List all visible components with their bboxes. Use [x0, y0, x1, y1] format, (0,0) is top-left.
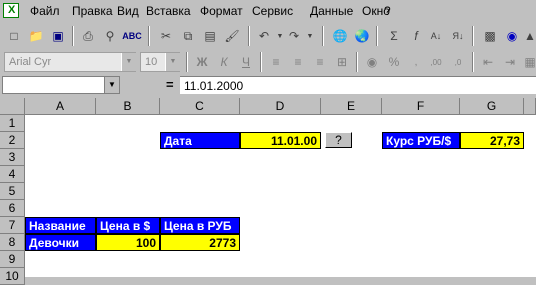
cell-b7[interactable]: Цена в $	[96, 217, 160, 234]
row-header[interactable]: 8	[0, 234, 25, 251]
menu-bar: Файл Правка Вид Вставка Формат Сервис Да…	[0, 0, 536, 22]
cell-c8[interactable]: 2773	[160, 234, 240, 251]
menu-file[interactable]: Файл	[30, 4, 60, 18]
format-painter-icon[interactable]: 🖌	[222, 26, 242, 46]
column-header[interactable]: A	[25, 98, 96, 115]
chevron-down-icon[interactable]: ▼	[165, 53, 180, 71]
row-header[interactable]: 9	[0, 251, 25, 268]
column-header[interactable]: F	[382, 98, 460, 115]
chevron-down-icon[interactable]: ▼	[104, 77, 119, 93]
align-right-icon[interactable]: ≡	[310, 52, 330, 72]
map-icon[interactable]: ◉	[502, 26, 522, 46]
cell-g2[interactable]: 27,73	[460, 132, 524, 149]
row-header[interactable]: 5	[0, 183, 25, 200]
cut-icon[interactable]: ✂	[156, 26, 176, 46]
merge-center-icon[interactable]: ⊞	[332, 52, 352, 72]
menu-insert[interactable]: Вставка	[146, 4, 191, 18]
decrease-indent-icon[interactable]: ⇤	[478, 52, 498, 72]
column-header[interactable]	[524, 98, 536, 115]
menu-help[interactable]: ?	[384, 4, 391, 18]
cell-d2[interactable]: 11.01.00	[240, 132, 321, 149]
decrease-decimal-icon[interactable]: ,0	[448, 52, 468, 72]
column-header[interactable]: B	[96, 98, 160, 115]
row-header[interactable]: 3	[0, 149, 25, 166]
chevron-down-icon[interactable]: ▼	[121, 53, 136, 71]
formula-bar: ▼ = 11.01.2000	[0, 74, 536, 96]
column-header[interactable]: G	[460, 98, 524, 115]
menu-tools[interactable]: Сервис	[252, 4, 293, 18]
print-preview-icon[interactable]: ⚲	[100, 26, 120, 46]
function-icon[interactable]: f	[406, 26, 426, 46]
help-macro-button[interactable]: ?	[325, 132, 352, 148]
formula-input[interactable]: 11.01.2000	[180, 76, 536, 94]
paste-icon[interactable]: ▤	[200, 26, 220, 46]
borders-icon[interactable]: ▦	[520, 52, 536, 72]
bold-icon[interactable]: Ж	[192, 52, 212, 72]
open-folder-icon[interactable]: 📁	[26, 26, 46, 46]
cell-a7[interactable]: Название	[25, 217, 96, 234]
row-header[interactable]: 7	[0, 217, 25, 234]
cell-c7[interactable]: Цена в РУБ	[160, 217, 240, 234]
cell-f2[interactable]: Курс РУБ/$	[382, 132, 460, 149]
menu-format[interactable]: Формат	[200, 4, 243, 18]
currency-icon[interactable]: ◉	[362, 52, 382, 72]
name-box[interactable]: ▼	[2, 76, 120, 94]
cell-c2[interactable]: Дата	[160, 132, 240, 149]
drawing-icon[interactable]: ▲	[520, 26, 536, 46]
select-all-corner[interactable]	[0, 98, 25, 115]
column-header[interactable]: E	[321, 98, 382, 115]
cell-b8[interactable]: 100	[96, 234, 160, 251]
column-header[interactable]: D	[240, 98, 321, 115]
increase-indent-icon[interactable]: ⇥	[500, 52, 520, 72]
equals-sign[interactable]: =	[166, 77, 174, 92]
web-globe-icon[interactable]: 🌐	[330, 26, 350, 46]
align-left-icon[interactable]: ≡	[266, 52, 286, 72]
chart-wizard-icon[interactable]: ▩	[480, 26, 500, 46]
sort-ascending-icon[interactable]: A↓	[426, 26, 446, 46]
hyperlink-icon[interactable]: 🌏	[352, 26, 372, 46]
font-size-value: 10	[145, 56, 158, 68]
row-header[interactable]: 1	[0, 115, 25, 132]
row-header[interactable]: 2	[0, 132, 25, 149]
italic-icon[interactable]: К	[214, 52, 234, 72]
redo-dropdown-icon[interactable]: ▼	[300, 26, 320, 46]
autosum-icon[interactable]: Σ	[384, 26, 404, 46]
menu-data[interactable]: Данные	[310, 4, 353, 18]
print-icon[interactable]: ⎙	[78, 26, 98, 46]
align-center-icon[interactable]: ≡	[288, 52, 308, 72]
font-name-value: Arial Cyr	[9, 56, 52, 68]
copy-icon[interactable]: ⧉	[178, 26, 198, 46]
new-document-icon[interactable]: □	[4, 26, 24, 46]
sort-descending-icon[interactable]: Я↓	[448, 26, 468, 46]
excel-app-icon[interactable]	[3, 3, 19, 18]
underline-icon[interactable]: Ч	[236, 52, 256, 72]
menu-edit[interactable]: Правка	[72, 4, 113, 18]
spelling-icon[interactable]: ABC	[122, 26, 142, 46]
menu-view[interactable]: Вид	[117, 4, 139, 18]
row-header[interactable]: 4	[0, 166, 25, 183]
percent-icon[interactable]: %	[384, 52, 404, 72]
thousands-icon[interactable]: ,	[406, 52, 426, 72]
standard-toolbar: □ 📁 ▣ ⎙ ⚲ ABC ✂ ⧉ ▤ 🖌 ↶ ▼ ↷ ▼ 🌐 🌏 Σ f A↓…	[0, 23, 536, 49]
increase-decimal-icon[interactable]: ,00	[426, 52, 446, 72]
formatting-toolbar: Arial Cyr ▼ 10 ▼ Ж К Ч ≡ ≡ ≡ ⊞ ◉ % , ,00…	[0, 49, 536, 75]
worksheet-grid[interactable]: A B C D E F G 1 2 3 4 5 6 7 8 9 10 Дата …	[0, 98, 536, 285]
cell-a8[interactable]: Девочки	[25, 234, 96, 251]
save-icon[interactable]: ▣	[48, 26, 68, 46]
column-header[interactable]: C	[160, 98, 240, 115]
font-name-combo[interactable]: Arial Cyr	[4, 52, 136, 72]
row-header[interactable]: 6	[0, 200, 25, 217]
